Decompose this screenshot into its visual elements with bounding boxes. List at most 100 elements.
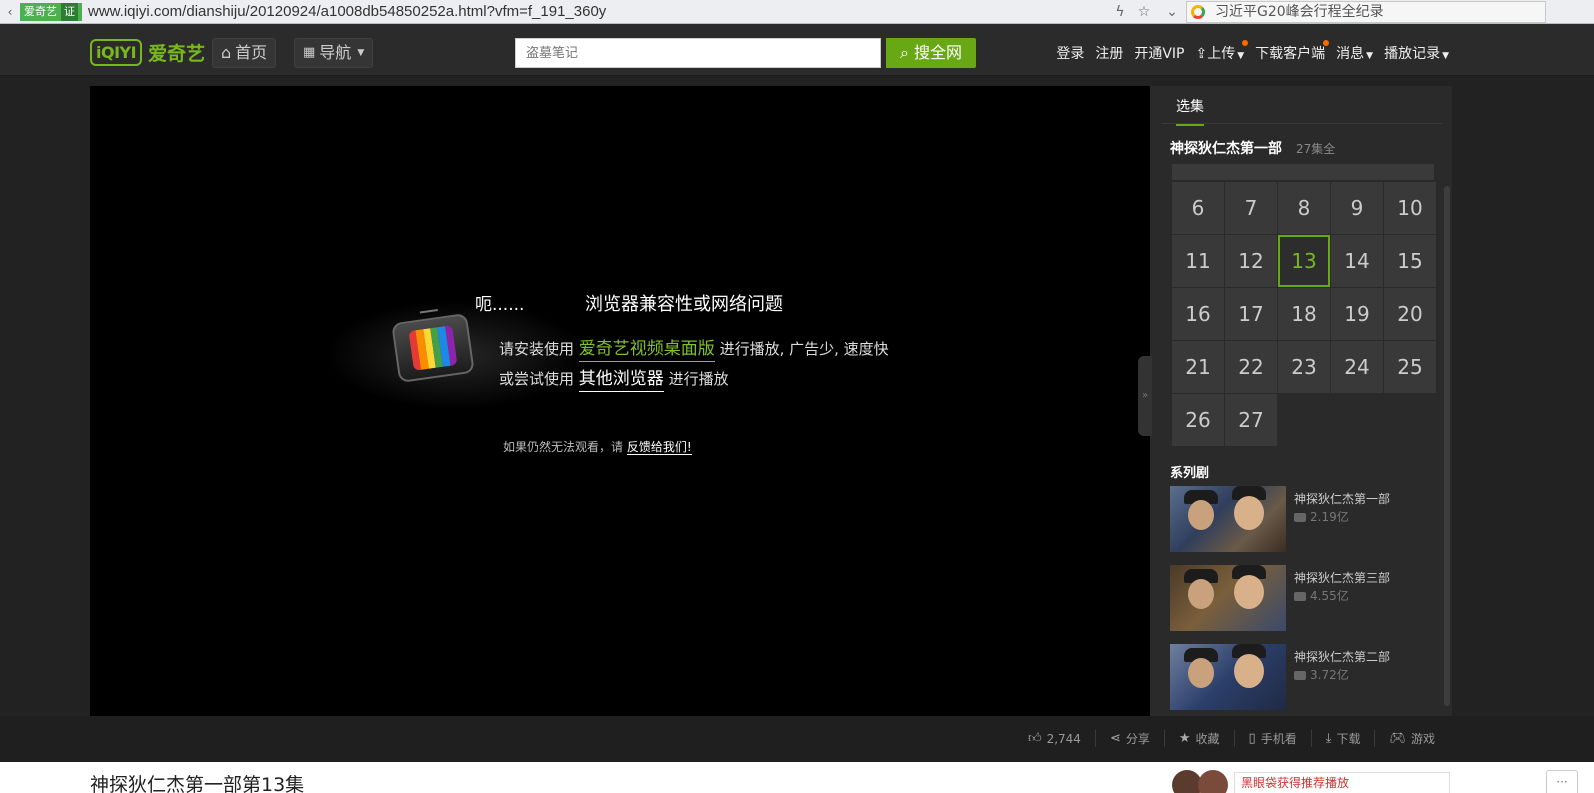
episode-button[interactable]: 18 [1278,288,1330,340]
page-title: 神探狄仁杰第一部第13集 [90,774,305,793]
upload-label: 上传 [1207,46,1236,62]
upload-menu[interactable]: ⇪上传 ▼ [1196,40,1248,63]
lightning-icon[interactable]: ϟ [1110,2,1130,22]
thumbs-up-icon: 👍︎ [1027,731,1042,746]
line2-prefix: 或尝试使用 [499,370,575,388]
share-icon: ⋖ [1109,731,1121,746]
chevron-down-icon[interactable]: ⌄ [1162,2,1182,22]
episode-button[interactable]: 26 [1172,394,1224,446]
collect-button[interactable]: ★ 收藏 [1163,730,1234,747]
series-name[interactable]: 神探狄仁杰第二部 [1294,648,1390,665]
series-thumbnail[interactable] [1170,565,1286,631]
games-label: 游戏 [1410,732,1435,746]
error-title: 浏览器兼容性或网络问题 [585,294,783,315]
iqiyi-logo[interactable]: iQIYI 爱奇艺 [90,36,205,68]
nav-label: 导航 [319,43,352,62]
chat-icon[interactable]: ··· [1546,770,1578,793]
series-thumbnail[interactable] [1170,644,1286,710]
series-name[interactable]: 神探狄仁杰第三部 [1294,569,1390,586]
episode-button[interactable]: 19 [1331,288,1383,340]
other-browser-link[interactable]: 其他浏览器 [578,369,664,392]
tab-episodes[interactable]: 选集 [1176,96,1204,126]
episode-button[interactable]: 14 [1331,235,1383,287]
series-plays: 4.55亿 [1294,587,1349,604]
caret-down-icon: ▼ [1237,51,1245,61]
messages-label: 消息 [1336,46,1365,62]
episode-button[interactable]: 10 [1384,182,1436,234]
collect-label: 收藏 [1195,732,1220,746]
site-identity-badge[interactable]: 爱奇艺证 [20,3,82,21]
episode-button[interactable]: 17 [1225,288,1277,340]
error-exclamation: 呃...... [475,295,525,315]
home-button[interactable]: ⌂ 首页 [212,38,277,68]
play-count-icon [1294,671,1306,680]
logo-text: 爱奇艺 [148,42,206,65]
error-line-1: 请安装使用 爱奇艺视频桌面版 进行播放, 广告少, 速度快 [499,334,889,362]
mobile-label: 手机看 [1260,732,1297,746]
episode-button[interactable]: 27 [1225,394,1277,446]
avatar[interactable] [1198,770,1228,793]
games-button[interactable]: 🎮︎ 游戏 [1374,730,1449,747]
episode-button[interactable]: 22 [1225,341,1277,393]
series-item[interactable]: 神探狄仁杰第三部 4.55亿 [1170,565,1440,631]
collapse-panel-handle[interactable]: » [1138,356,1152,436]
side-tabs: 选集 [1162,86,1442,126]
feedback-line: 如果仍然无法观看，请 反馈给我们! [503,438,692,455]
share-button[interactable]: ⋖ 分享 [1094,730,1164,747]
gamepad-icon: 🎮︎ [1389,731,1406,746]
episode-button[interactable]: 7 [1225,182,1277,234]
side-scrollbar[interactable] [1444,186,1450,706]
feedback-link[interactable]: 反馈给我们! [626,440,692,455]
episode-button[interactable]: 13 [1278,235,1330,287]
episode-button[interactable]: 11 [1172,235,1224,287]
episode-grid-header [1172,164,1434,180]
star-icon: ★ [1178,731,1191,746]
search-input[interactable] [516,39,880,67]
search-button[interactable]: ⌕ 搜全网 [886,38,976,68]
episode-button[interactable]: 21 [1172,341,1224,393]
player-error-panel: 呃...... 浏览器兼容性或网络问题 请安装使用 爱奇艺视频桌面版 进行播放,… [325,290,955,490]
episode-button[interactable]: 8 [1278,182,1330,234]
video-toolbar: 👍︎ 2,744 ⋖ 分享 ★ 收藏 ▯ 手机看 ⤓ 下载 🎮︎ 游戏 [0,716,1594,762]
episode-button[interactable]: 15 [1384,235,1436,287]
episode-button[interactable]: 12 [1225,235,1277,287]
grid-icon: ▦ [303,45,316,60]
register-link[interactable]: 注册 [1095,43,1123,63]
tv-icon [391,308,475,383]
episode-button[interactable]: 25 [1384,341,1436,393]
episode-button[interactable]: 20 [1384,288,1436,340]
browser-search-box[interactable]: 习近平G20峰会行程全纪录 [1186,1,1546,23]
like-button[interactable]: 👍︎ 2,744 [1014,730,1095,747]
download-icon: ⤓ [1325,731,1332,746]
series-item[interactable]: 神探狄仁杰第二部 3.72亿 [1170,644,1440,710]
back-icon[interactable]: ‹ [0,2,20,22]
episode-button[interactable]: 6 [1172,182,1224,234]
mobile-watch-button[interactable]: ▯ 手机看 [1233,730,1311,747]
episode-button[interactable]: 9 [1331,182,1383,234]
promo-banner[interactable]: 黑眼袋获得推荐播放 [1234,772,1450,793]
login-link[interactable]: 登录 [1056,43,1084,63]
star-icon[interactable]: ☆ [1134,2,1154,22]
episode-grid: 6 7 8 9 10 11 12 13 14 15 16 17 18 19 20 21 22 23 24 25 26 27 [1172,182,1436,446]
history-menu[interactable]: 播放记录 ▼ [1384,43,1449,63]
download-client-link[interactable]: 下载客户端 [1255,40,1330,63]
vip-link[interactable]: 开通VIP [1134,43,1184,63]
avatars [1172,770,1232,793]
home-label: 首页 [235,43,268,62]
site-header: iQIYI 爱奇艺 ⌂ 首页 ▦ 导航 ▼ ⌕ 搜全网 登录 注册 开通VIP … [0,24,1594,76]
play-count-icon [1294,513,1306,522]
url-field[interactable]: www.iqiyi.com/dianshiju/20120924/a1008db… [88,2,1108,22]
episode-button[interactable]: 23 [1278,341,1330,393]
nav-menu-button[interactable]: ▦ 导航 ▼ [294,38,374,68]
series-item[interactable]: 神探狄仁杰第一部 2.19亿 [1170,486,1440,552]
series-thumbnail[interactable] [1170,486,1286,552]
desktop-client-link[interactable]: 爱奇艺视频桌面版 [578,339,715,362]
cert-badge: 证 [61,3,78,21]
share-label: 分享 [1125,732,1150,746]
series-name[interactable]: 神探狄仁杰第一部 [1294,490,1390,507]
episode-button[interactable]: 24 [1331,341,1383,393]
episode-button[interactable]: 16 [1172,288,1224,340]
messages-menu[interactable]: 消息 ▼ [1336,43,1373,63]
download-button[interactable]: ⤓ 下载 [1310,730,1375,747]
browser-search-query: 习近平G20峰会行程全纪录 [1215,4,1384,20]
